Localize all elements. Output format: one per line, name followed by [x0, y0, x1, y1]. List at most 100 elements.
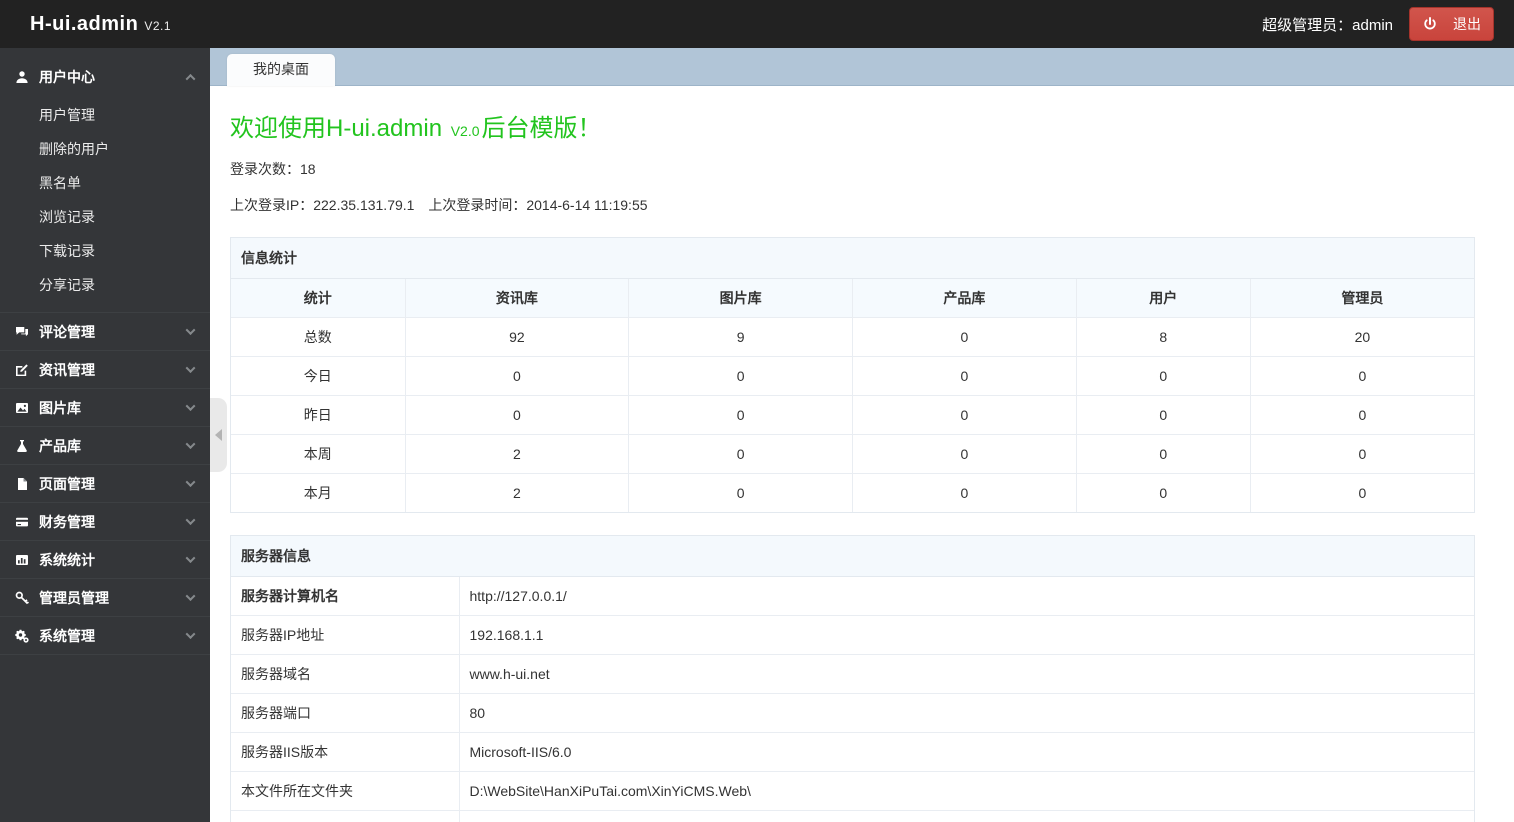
sidebar-item-admin-management[interactable]: 管理员管理 — [0, 578, 210, 616]
table-cell: 0 — [404, 395, 630, 435]
brand-logo: H-ui.admin V2.1 — [30, 13, 171, 36]
table-cell: 0 — [628, 434, 853, 474]
server-panel-title: 服务器信息 — [231, 536, 1474, 577]
sidebar-submenu-user-center: 用户管理 删除的用户 黑名单 浏览记录 下载记录 分享记录 — [0, 96, 210, 312]
sidebar-subitem-download-history[interactable]: 下载记录 — [0, 234, 210, 268]
sidebar-item-label: 资讯管理 — [39, 361, 95, 378]
tab-my-desktop[interactable]: 我的桌面 — [227, 54, 335, 86]
chevron-down-icon — [185, 363, 196, 374]
table-row: 昨日 0 0 0 0 0 — [230, 395, 1475, 435]
login-count-value: 18 — [300, 161, 316, 177]
sidebar-item-news-management[interactable]: 资讯管理 — [0, 350, 210, 388]
page-icon — [14, 476, 30, 492]
table-cell: 0 — [404, 356, 630, 396]
table-row: 服务器IP地址 192.168.1.1 — [230, 615, 1475, 655]
sidebar-item-label: 产品库 — [39, 437, 81, 454]
sidebar-item-label: 图片库 — [39, 399, 81, 416]
table-cell: 昨日 — [230, 395, 406, 435]
credit-card-icon — [14, 514, 30, 530]
sidebar-item-system-management[interactable]: 系统管理 — [0, 616, 210, 654]
table-row: 本周 2 0 0 0 0 — [230, 434, 1475, 474]
user-icon — [14, 69, 30, 85]
bar-chart-icon — [14, 552, 30, 568]
chevron-up-icon — [185, 73, 196, 84]
table-cell: 2 — [404, 434, 630, 474]
column-header: 统计 — [230, 278, 406, 318]
sidebar-item-finance-management[interactable]: 财务管理 — [0, 502, 210, 540]
sidebar-item-product-library[interactable]: 产品库 — [0, 426, 210, 464]
chevron-down-icon — [185, 515, 196, 526]
sidebar-item-page-management[interactable]: 页面管理 — [0, 464, 210, 502]
chevron-left-icon — [215, 429, 222, 441]
brand-version: V2.1 — [144, 18, 172, 33]
sidebar-subitem-deleted-users[interactable]: 删除的用户 — [0, 132, 210, 166]
table-cell: 9 — [628, 317, 853, 357]
table-cell: 8 — [1075, 317, 1251, 357]
table-cell: 0 — [1249, 473, 1475, 513]
table-cell: 0 — [851, 356, 1077, 396]
column-header: 图片库 — [628, 278, 853, 318]
brand-name: H-ui.admin — [30, 12, 139, 35]
table-cell: 本周 — [230, 434, 406, 474]
table-cell: 0 — [628, 395, 853, 435]
sidebar-item-label: 评论管理 — [39, 323, 95, 340]
column-header: 用户 — [1075, 278, 1251, 318]
sidebar-item-label: 系统管理 — [39, 627, 95, 644]
table-cell: 92 — [404, 317, 630, 357]
table-header-row: 统计 资讯库 图片库 产品库 用户 管理员 — [230, 278, 1475, 318]
table-row: 今日 0 0 0 0 0 — [230, 356, 1475, 396]
chevron-down-icon — [185, 401, 196, 412]
sidebar-item-comment-management[interactable]: 评论管理 — [0, 312, 210, 350]
server-info-label: 本文件所在文件夹 — [230, 771, 460, 811]
column-header: 产品库 — [851, 278, 1077, 318]
sidebar-subitem-share-history[interactable]: 分享记录 — [0, 268, 210, 302]
last-time-label: 上次登录时间： — [428, 197, 527, 213]
sidebar-item-image-library[interactable]: 图片库 — [0, 388, 210, 426]
server-info-label: 服务器操作系统 — [230, 810, 460, 822]
role-label: 超级管理员： — [1262, 16, 1353, 34]
column-header: 资讯库 — [404, 278, 630, 318]
stats-panel-title: 信息统计 — [231, 238, 1474, 279]
server-info-label: 服务器IP地址 — [230, 615, 460, 655]
sidebar-collapse-handle[interactable] — [210, 398, 227, 472]
logout-label: 退出 — [1453, 16, 1481, 32]
sidebar-item-label: 管理员管理 — [39, 589, 109, 606]
edit-icon — [14, 362, 30, 378]
sidebar-item-system-statistics[interactable]: 系统统计 — [0, 540, 210, 578]
sidebar-item-user-center[interactable]: 用户中心 — [0, 58, 210, 96]
gears-icon — [14, 628, 30, 644]
chevron-down-icon — [185, 591, 196, 602]
table-cell: 0 — [1075, 434, 1251, 474]
table-cell: 2 — [404, 473, 630, 513]
sidebar-subitem-user-management[interactable]: 用户管理 — [0, 98, 210, 132]
table-cell: 0 — [851, 395, 1077, 435]
sidebar-item-label: 用户中心 — [39, 69, 95, 85]
sidebar-subitem-browse-history[interactable]: 浏览记录 — [0, 200, 210, 234]
table-row: 总数 92 9 0 8 20 — [230, 317, 1475, 357]
page-title: 欢迎使用H-ui.admin V2.0后台模版！ — [230, 108, 1475, 143]
sidebar-subitem-blacklist[interactable]: 黑名单 — [0, 166, 210, 200]
topbar-right: 超级管理员：admin 退出 — [1262, 7, 1494, 41]
server-info-panel: 服务器信息 服务器计算机名 http://127.0.0.1/服务器IP地址 192… — [230, 535, 1475, 822]
table-row: 服务器操作系统Microsoft Windows NT 5.2.3790 Ser… — [230, 810, 1475, 822]
sidebar-item-label: 财务管理 — [39, 513, 95, 530]
current-user-label: 超级管理员：admin — [1262, 14, 1393, 35]
welcome-prefix: 欢迎使用H-ui.admin — [230, 115, 443, 142]
server-info-value: D:\WebSite\HanXiPuTai.com\XinYiCMS.Web\ — [458, 771, 1475, 811]
table-cell: 0 — [1249, 434, 1475, 474]
table-cell: 0 — [1249, 356, 1475, 396]
power-icon — [1422, 16, 1438, 32]
table-row: 服务器端口 80 — [230, 693, 1475, 733]
last-ip-label: 上次登录IP： — [230, 197, 314, 213]
server-info-label: 服务器域名 — [230, 654, 460, 694]
tab-bar: 我的桌面 — [210, 48, 1514, 86]
table-cell: 0 — [851, 434, 1077, 474]
sidebar: 用户中心用户管理 删除的用户 黑名单 浏览记录 下载记录 分享记录评论管理资讯管理图片库产… — [0, 48, 210, 822]
server-info-value: Microsoft Windows NT 5.2.3790 Service Pa… — [458, 810, 1475, 822]
flask-icon — [14, 438, 30, 454]
logout-button[interactable]: 退出 — [1409, 7, 1494, 41]
tab-label: 我的桌面 — [253, 61, 309, 77]
sidebar-menu: 用户中心用户管理 删除的用户 黑名单 浏览记录 下载记录 分享记录评论管理资讯管理图片库产… — [0, 58, 210, 655]
server-info-label: 服务器IIS版本 — [230, 732, 460, 772]
login-count-label: 登录次数： — [230, 161, 300, 177]
